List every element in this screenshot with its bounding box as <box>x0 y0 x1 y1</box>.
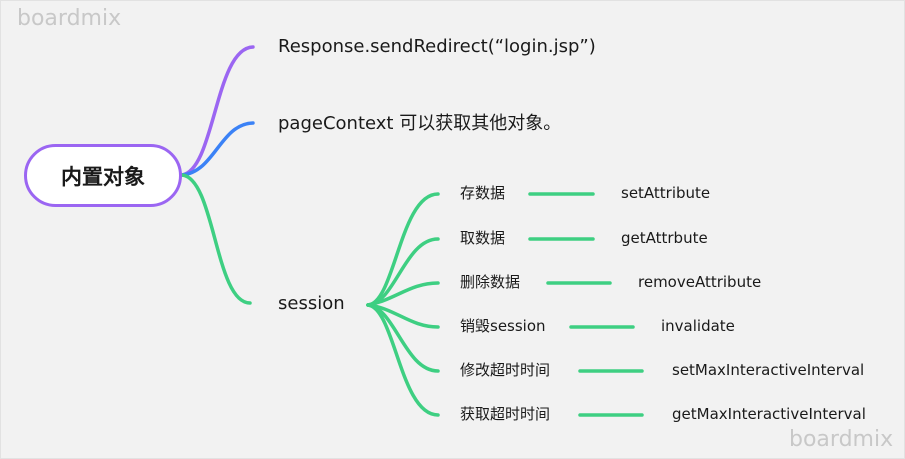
node-pagecontext[interactable]: pageContext 可以获取其他对象。 <box>278 115 561 133</box>
node-delete-data[interactable]: 删除数据 <box>460 275 520 290</box>
method-invalidate[interactable]: invalidate <box>661 319 735 334</box>
connector-response <box>180 45 255 177</box>
node-destroy-session[interactable]: 销毁session <box>460 319 546 334</box>
connector-sub-3 <box>366 281 440 307</box>
node-get-timeout[interactable]: 获取超时时间 <box>460 407 550 422</box>
connector-sub-1 <box>366 192 440 307</box>
watermark-bottom: boardmix <box>789 427 894 452</box>
method-setmaxinteractiveinterval[interactable]: setMaxInteractiveInterval <box>672 363 864 378</box>
method-getmaxinteractiveinterval[interactable]: getMaxInteractiveInterval <box>672 407 866 422</box>
node-store-data[interactable]: 存数据 <box>460 186 505 201</box>
method-removeattribute[interactable]: removeAttribute <box>638 275 761 290</box>
connector-sub-6 <box>366 303 440 417</box>
method-setattribute[interactable]: setAttribute <box>621 186 710 201</box>
node-get-data[interactable]: 取数据 <box>460 231 505 246</box>
mindmap-connectors <box>180 45 644 417</box>
root-node[interactable]: 内置对象 <box>24 144 182 207</box>
node-response[interactable]: Response.sendRedirect(“login.jsp”) <box>278 38 596 56</box>
connector-session <box>180 173 252 305</box>
root-label: 内置对象 <box>61 164 145 189</box>
node-session[interactable]: session <box>278 295 345 313</box>
node-set-timeout[interactable]: 修改超时时间 <box>460 363 550 378</box>
watermark-top: boardmix <box>17 6 122 31</box>
method-getattrbute[interactable]: getAttrbute <box>621 231 708 246</box>
